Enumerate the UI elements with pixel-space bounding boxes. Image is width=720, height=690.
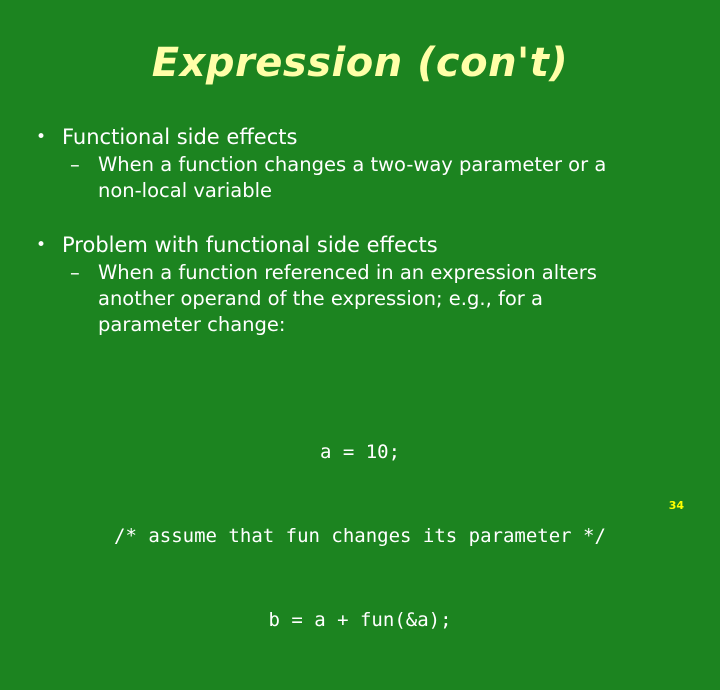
- slide-number: 34: [668, 499, 684, 512]
- bullet-label: Problem with functional side effects: [62, 233, 438, 257]
- code-line: /* assume that fun changes its parameter…: [114, 525, 606, 547]
- sub-bullet-line: When a function referenced in an express…: [98, 261, 597, 284]
- bullet-dot-icon: •: [36, 235, 47, 255]
- sub-bullet-line: parameter change:: [98, 313, 286, 336]
- code-line: a = 10;: [319, 441, 401, 463]
- bullet-dot-icon: •: [36, 127, 47, 147]
- bullet-item-functional-side-effects: • Functional side effects: [0, 122, 720, 152]
- sub-bullet-line: non-local variable: [98, 179, 272, 202]
- bullet-dash-icon: –: [70, 261, 80, 284]
- sub-bullet-item-two-way-parameter: – When a function changes a two-way para…: [0, 152, 720, 204]
- slide-body: • Functional side effects – When a funct…: [0, 122, 720, 338]
- code-sample: a = 10; /* assume that fun changes its p…: [0, 382, 720, 690]
- bullet-dash-icon: –: [70, 153, 80, 176]
- sub-bullet-item-expression-alters-operand: – When a function referenced in an expre…: [0, 260, 720, 338]
- page-title: Expression (con't): [151, 40, 569, 86]
- sub-bullet-line: When a function changes a two-way parame…: [98, 153, 607, 176]
- sub-bullet-line: another operand of the expression; e.g.,…: [98, 287, 543, 310]
- bullet-label: Functional side effects: [62, 125, 298, 149]
- code-line: b = a + fun(&a);: [268, 609, 452, 631]
- bullet-item-problem-with-functional-side-effects: • Problem with functional side effects: [0, 230, 720, 260]
- slide-canvas: Expression (con't) • Functional side eff…: [0, 0, 720, 631]
